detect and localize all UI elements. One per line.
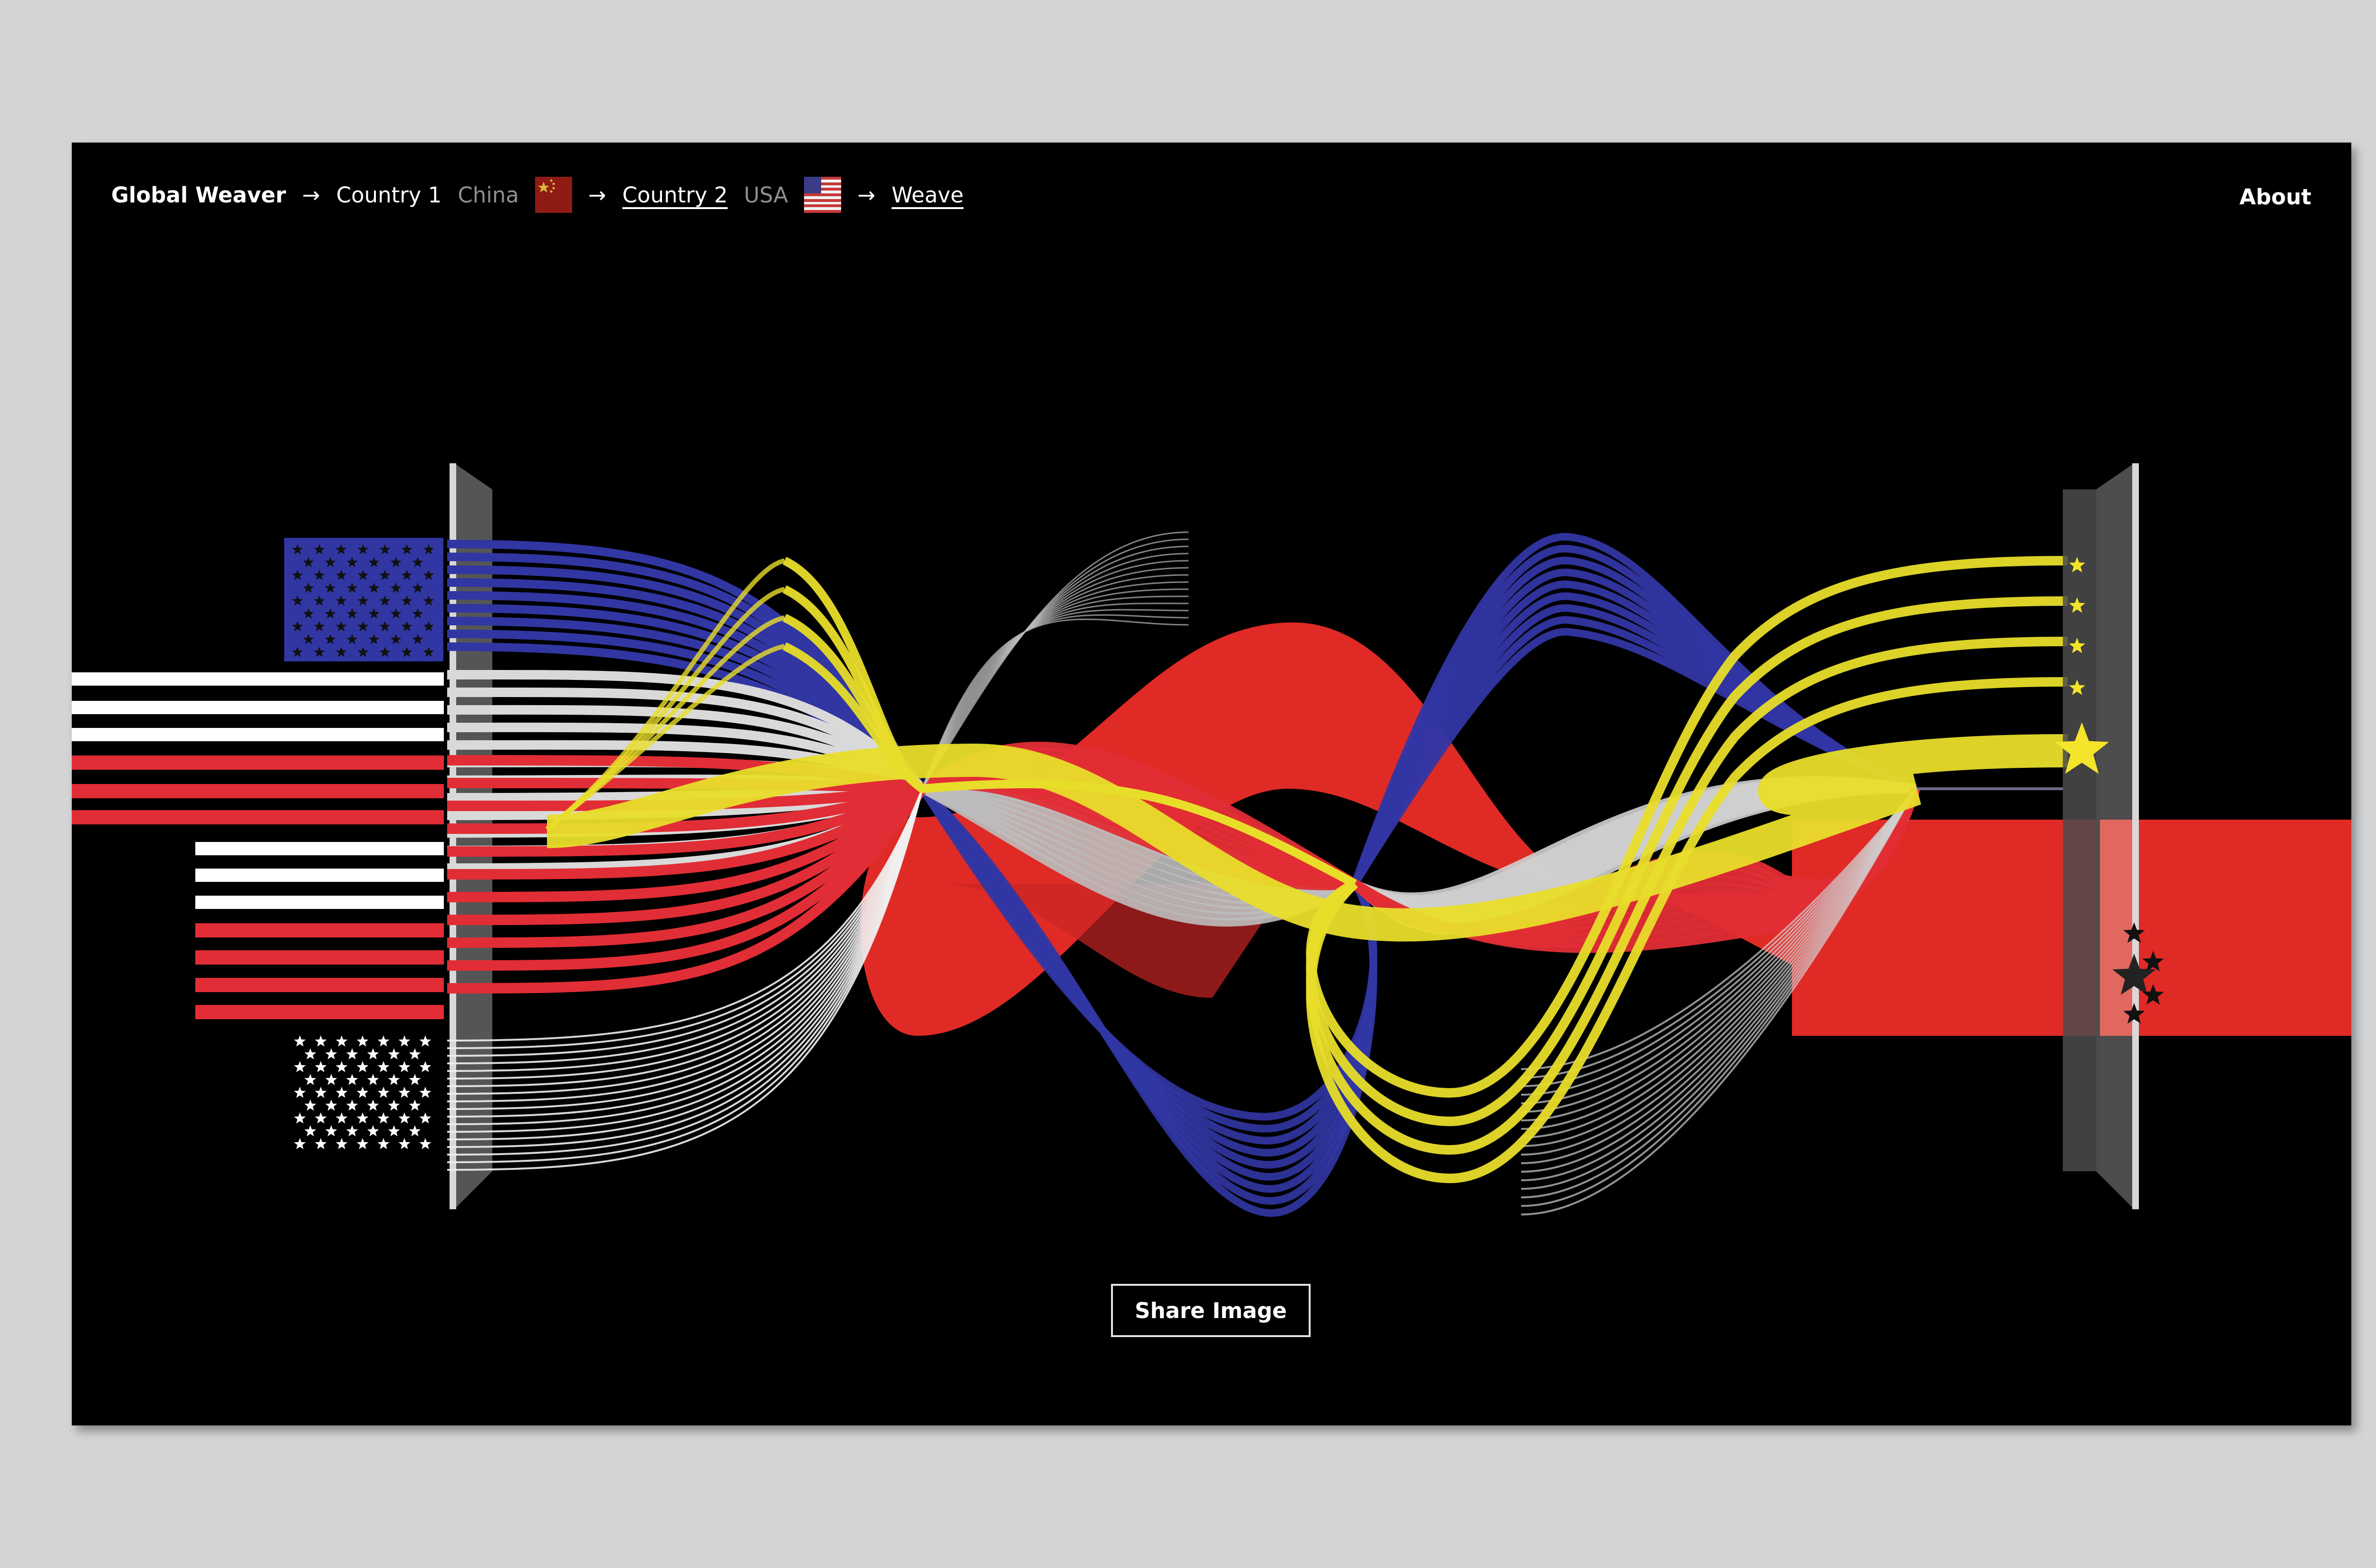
share-image-button[interactable]: Share Image — [1111, 1284, 1311, 1337]
app-window: Global Weaver → Country 1 China → Countr… — [72, 143, 2351, 1425]
star-icon — [325, 1100, 337, 1111]
star-icon — [356, 1138, 369, 1149]
star-icon — [304, 1125, 316, 1137]
arrow-right-icon: → — [857, 182, 876, 208]
star-icon — [398, 1112, 411, 1124]
star-icon — [356, 1112, 369, 1124]
star-icon — [356, 1061, 369, 1072]
star-icon — [346, 1074, 358, 1085]
star-icon — [294, 1035, 306, 1047]
white-star-grid-icon — [294, 1035, 431, 1149]
star-icon — [388, 1125, 400, 1137]
usa-flag-elements — [72, 538, 444, 1149]
star-icon — [315, 1087, 327, 1098]
app-title-link[interactable]: Global Weaver — [111, 182, 286, 208]
country2-value: USA — [744, 182, 788, 208]
usa-stripes-bottom — [195, 842, 444, 1019]
star-icon — [388, 1074, 400, 1085]
star-icon — [409, 1074, 421, 1085]
star-icon — [304, 1048, 316, 1060]
usa-stripes-top — [72, 672, 444, 824]
star-icon — [388, 1048, 400, 1060]
star-icon — [294, 1138, 306, 1149]
star-icon — [346, 1100, 358, 1111]
star-icon — [335, 1112, 348, 1124]
star-icon — [377, 1112, 390, 1124]
star-icon — [325, 1048, 337, 1060]
star-icon — [419, 1035, 431, 1047]
country2-link[interactable]: Country 2 — [623, 182, 728, 208]
star-icon — [409, 1100, 421, 1111]
weave-link[interactable]: Weave — [891, 182, 963, 208]
star-icon — [367, 1125, 379, 1137]
star-icon — [398, 1138, 411, 1149]
star-icon — [356, 1087, 369, 1098]
star-icon — [377, 1087, 390, 1098]
star-icon — [335, 1061, 348, 1072]
china-source-panel — [2063, 463, 2139, 1209]
china-flag-icon — [535, 177, 572, 213]
star-icon — [409, 1048, 421, 1060]
star-icon — [398, 1035, 411, 1047]
arrow-right-icon: → — [588, 182, 606, 208]
star-icon — [315, 1138, 327, 1149]
star-icon — [377, 1061, 390, 1072]
star-icon — [294, 1112, 306, 1124]
star-icon — [325, 1125, 337, 1137]
country1-label[interactable]: Country 1 — [336, 182, 442, 208]
arrow-right-icon: → — [302, 182, 320, 208]
star-icon — [419, 1087, 431, 1098]
star-icon — [419, 1061, 431, 1072]
star-icon — [409, 1125, 421, 1137]
weave-visualization — [72, 463, 2351, 1217]
star-icon — [346, 1048, 358, 1060]
star-icon — [335, 1087, 348, 1098]
star-icon — [419, 1138, 431, 1149]
about-link[interactable]: About — [2239, 184, 2311, 210]
star-icon — [304, 1100, 316, 1111]
star-icon — [367, 1048, 379, 1060]
star-icon — [388, 1100, 400, 1111]
star-icon — [367, 1100, 379, 1111]
star-icon — [398, 1061, 411, 1072]
star-icon — [335, 1035, 348, 1047]
star-icon — [335, 1138, 348, 1149]
country1-value: China — [458, 182, 519, 208]
star-icon — [419, 1112, 431, 1124]
star-icon — [325, 1074, 337, 1085]
star-icon — [315, 1035, 327, 1047]
star-icon — [377, 1035, 390, 1047]
usa-flag-icon — [804, 177, 842, 213]
breadcrumb: Global Weaver → Country 1 China → Countr… — [111, 176, 964, 214]
star-icon — [304, 1074, 316, 1085]
star-icon — [294, 1087, 306, 1098]
star-icon — [294, 1061, 306, 1072]
star-icon — [346, 1125, 358, 1137]
star-icon — [315, 1112, 327, 1124]
star-icon — [367, 1074, 379, 1085]
star-icon — [315, 1061, 327, 1072]
star-icon — [356, 1035, 369, 1047]
star-icon — [377, 1138, 390, 1149]
star-icon — [398, 1087, 411, 1098]
